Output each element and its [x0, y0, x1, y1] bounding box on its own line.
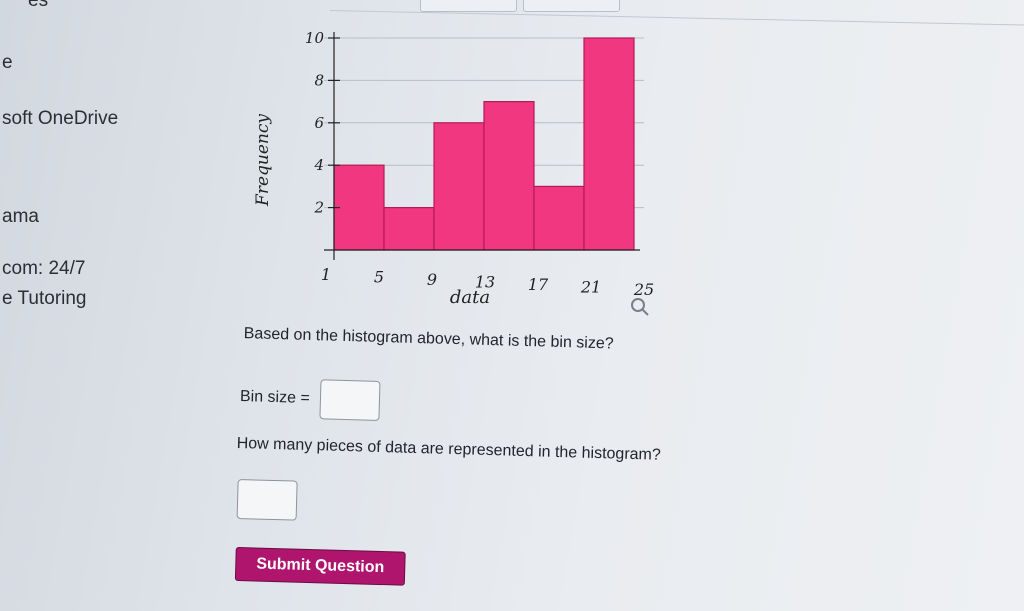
bin-size-label: Bin size = [239, 388, 311, 407]
y-tick-label: 2 [313, 199, 324, 217]
histogram-chart: 246810 1 5 9 13 17 21 25 Frequency data [253, 29, 654, 316]
submit-question-button[interactable]: Submit Question [234, 546, 406, 586]
x-axis-label: data [450, 287, 490, 308]
top-tab-button[interactable] [420, 0, 517, 12]
histogram-bar [483, 100, 535, 251]
bin-size-input[interactable] [319, 379, 381, 421]
histogram-bar [433, 122, 485, 251]
question-2-text: How many pieces of data are represented … [236, 434, 661, 464]
bin-size-row: Bin size = [239, 377, 381, 421]
histogram-bar [333, 164, 385, 251]
y-axis-label: Frequency [253, 114, 273, 207]
histogram-bar [383, 207, 435, 251]
question-panel: Based on the histogram above, what is th… [234, 325, 800, 586]
data-count-input[interactable] [236, 478, 298, 521]
top-tab-button[interactable] [523, 0, 620, 12]
x-tick-label: 25 [633, 280, 654, 299]
histogram-bar [533, 185, 585, 251]
sidebar-item-com[interactable]: com: 24/7 [2, 258, 85, 280]
question-1-text: Based on the histogram above, what is th… [243, 325, 614, 353]
sidebar-item-0[interactable]: es [28, 0, 48, 12]
y-tick-label: 6 [314, 114, 324, 132]
chart-bars [333, 37, 635, 251]
sidebar: es e soft OneDrive ama com: 24/7 e Tutor… [0, 0, 210, 611]
histogram-bar [583, 37, 635, 251]
sidebar-item-ama[interactable]: ama [2, 206, 39, 228]
x-tick-label: 5 [374, 268, 384, 287]
y-tick-label: 4 [313, 156, 324, 174]
y-tick-label: 10 [305, 29, 325, 47]
x-tick-label: 1 [321, 265, 331, 284]
magnifier-icon[interactable] [631, 298, 649, 316]
y-tick-labels: 2 4 6 8 10 [305, 29, 325, 217]
x-tick-label: 17 [528, 275, 549, 294]
sidebar-item-1[interactable]: e [2, 52, 13, 74]
y-tick-label: 8 [314, 71, 324, 89]
sidebar-item-tutoring[interactable]: e Tutoring [2, 288, 87, 310]
x-tick-label: 9 [427, 270, 437, 289]
x-tick-label: 21 [580, 278, 601, 297]
sidebar-item-onedrive[interactable]: soft OneDrive [2, 108, 118, 130]
